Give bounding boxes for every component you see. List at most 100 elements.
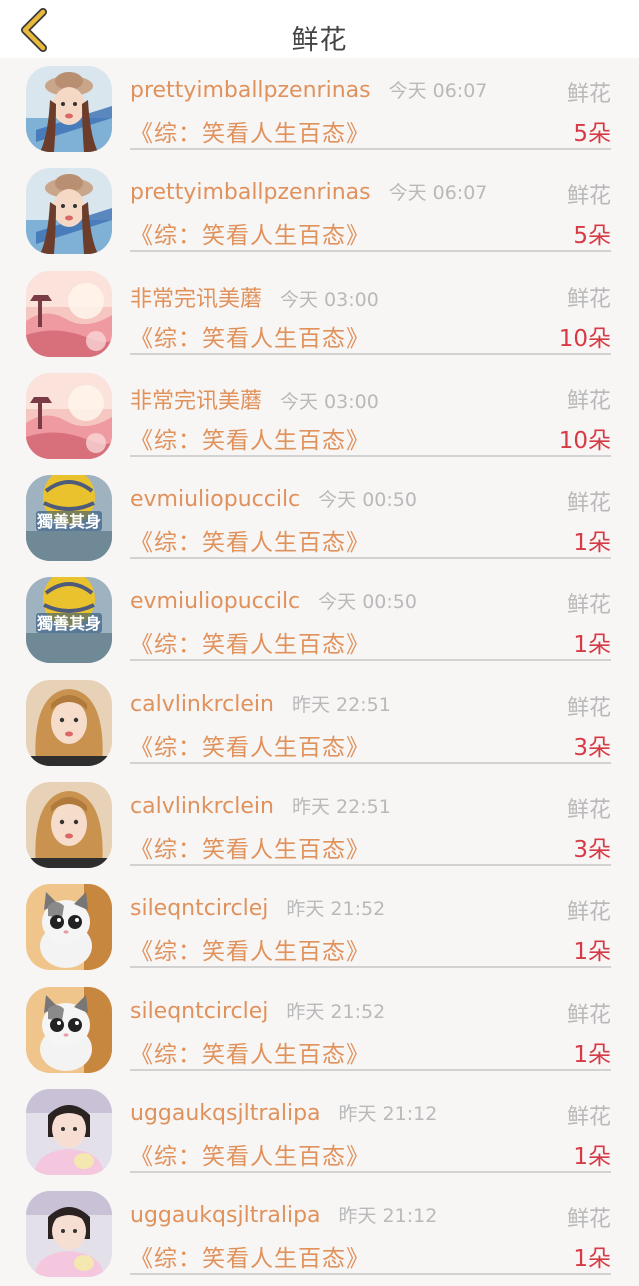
row-divider: [130, 659, 611, 662]
gift-count: 1朵: [573, 632, 611, 659]
avatar-image: [26, 66, 112, 152]
row-divider: [130, 557, 611, 560]
gift-record-row[interactable]: sileqntcirclej 昨天 21:52 鲜花 《综：笑看人生百态》 1朵: [0, 876, 639, 978]
book-title[interactable]: 《综：笑看人生百态》: [130, 1239, 370, 1273]
avatar-image: [26, 782, 112, 869]
gift-count: 1朵: [573, 939, 611, 966]
book-title[interactable]: 《综：笑看人生百态》: [130, 216, 370, 250]
gift-record-row[interactable]: calvlinkrclein 昨天 22:51 鲜花 《综：笑看人生百态》 3朵: [0, 672, 639, 774]
book-title[interactable]: 《综：笑看人生百态》: [130, 728, 370, 762]
row-divider: [130, 250, 611, 253]
avatar-image: [26, 986, 112, 1073]
sender-name-line: uggaukqsjltralipa 昨天 21:12: [130, 1099, 437, 1126]
row-divider: [130, 1273, 611, 1276]
book-title[interactable]: 《综：笑看人生百态》: [130, 1035, 370, 1069]
gift-count: 1朵: [573, 1041, 611, 1068]
gift-type: 鲜花: [566, 1207, 611, 1233]
sender-username[interactable]: 非常完讯美蘑: [130, 389, 262, 414]
sender-username[interactable]: prettyimballpzenrinas: [130, 78, 371, 103]
gift-record-row[interactable]: sileqntcirclej 昨天 21:52 鲜花 《综：笑看人生百态》 1朵: [0, 979, 639, 1081]
gift-record-list: prettyimballpzenrinas 今天 06:07 鲜花 《综：笑看人生…: [0, 58, 639, 1286]
sender-username[interactable]: calvlinkrclein: [130, 794, 274, 819]
row-divider: [130, 864, 611, 867]
row-divider: [130, 454, 611, 457]
gift-type: 鲜花: [566, 388, 611, 414]
svg-text:獨善其身: 獨善其身: [36, 512, 101, 531]
book-title[interactable]: 《综：笑看人生百态》: [130, 523, 370, 557]
sender-name-line: uggaukqsjltralipa 昨天 21:12: [130, 1201, 437, 1228]
user-avatar[interactable]: [26, 782, 112, 869]
gift-record-row[interactable]: 非常完讯美蘑 今天 03:00 鲜花 《综：笑看人生百态》 10朵: [0, 263, 639, 365]
gift-count: 3朵: [573, 734, 611, 761]
row-divider: [130, 966, 611, 969]
gift-type: 鲜花: [566, 695, 611, 721]
gift-count: 5朵: [573, 223, 611, 250]
sender-name-line: 非常完讯美蘑 今天 03:00: [130, 383, 379, 415]
user-avatar[interactable]: [26, 66, 112, 152]
sender-username[interactable]: evmiuliopuccilc: [130, 589, 300, 614]
gift-type: 鲜花: [566, 593, 611, 619]
gift-count: 1朵: [573, 1246, 611, 1273]
gift-time: 今天 06:07: [388, 80, 488, 102]
user-avatar[interactable]: [26, 270, 112, 357]
gift-count: 10朵: [558, 325, 611, 352]
sender-username[interactable]: uggaukqsjltralipa: [130, 1203, 321, 1228]
book-title[interactable]: 《综：笑看人生百态》: [130, 625, 370, 659]
sender-username[interactable]: uggaukqsjltralipa: [130, 1101, 321, 1126]
gift-time: 今天 00:50: [318, 591, 417, 614]
avatar-image: [26, 1088, 112, 1175]
avatar-image: 獨善其身: [26, 577, 112, 664]
book-title[interactable]: 《综：笑看人生百态》: [130, 319, 370, 353]
row-divider: [130, 1170, 611, 1173]
book-title[interactable]: 《综：笑看人生百态》: [130, 1137, 370, 1171]
book-title[interactable]: 《综：笑看人生百态》: [130, 114, 370, 148]
app-header: 鲜花: [0, 0, 639, 58]
gift-record-row[interactable]: uggaukqsjltralipa 昨天 21:12 鲜花 《综：笑看人生百态》 …: [0, 1081, 639, 1183]
gift-count: 1朵: [573, 530, 611, 557]
sender-name-line: prettyimballpzenrinas 今天 06:07: [130, 178, 487, 205]
gift-time: 今天 03:00: [280, 390, 379, 413]
gift-record-row[interactable]: calvlinkrclein 昨天 22:51 鲜花 《综：笑看人生百态》 3朵: [0, 774, 639, 876]
gift-time: 昨天 21:52: [286, 1000, 386, 1023]
sender-username[interactable]: 非常完讯美蘑: [130, 287, 262, 312]
user-avatar[interactable]: [26, 986, 112, 1073]
book-title[interactable]: 《综：笑看人生百态》: [130, 830, 370, 864]
row-divider: [130, 352, 611, 355]
sender-name-line: evmiuliopuccilc 今天 00:50: [130, 485, 417, 512]
gift-record-row[interactable]: 獨善其身 evmiuliopuccilc 今天 00:50 鲜花 《综：笑看人生百…: [0, 467, 639, 569]
user-avatar[interactable]: 獨善其身: [26, 577, 112, 664]
gift-count: 1朵: [573, 1143, 611, 1170]
user-avatar[interactable]: 獨善其身: [26, 475, 112, 562]
sender-username[interactable]: sileqntcirclej: [130, 999, 268, 1024]
sender-username[interactable]: calvlinkrclein: [130, 692, 274, 717]
book-title[interactable]: 《综：笑看人生百态》: [130, 932, 370, 966]
gift-time: 今天 06:07: [388, 182, 488, 205]
avatar-image: 獨善其身: [26, 475, 112, 562]
gift-record-row[interactable]: prettyimballpzenrinas 今天 06:07 鲜花 《综：笑看人生…: [0, 160, 639, 262]
sender-name-line: evmiuliopuccilc 今天 00:50: [130, 587, 417, 614]
user-avatar[interactable]: [26, 884, 112, 971]
sender-name-line: sileqntcirclej 昨天 21:52: [130, 894, 385, 921]
user-avatar[interactable]: [26, 1088, 112, 1175]
gift-record-row[interactable]: 非常完讯美蘑 今天 03:00 鲜花 《综：笑看人生百态》 10朵: [0, 365, 639, 467]
sender-username[interactable]: sileqntcirclej: [130, 896, 268, 921]
user-avatar[interactable]: [26, 1191, 112, 1278]
gift-time: 昨天 21:12: [338, 1205, 438, 1228]
book-title[interactable]: 《综：笑看人生百态》: [130, 421, 370, 455]
sender-username[interactable]: evmiuliopuccilc: [130, 487, 300, 512]
gift-type: 鲜花: [566, 82, 611, 107]
sender-name-line: 非常完讯美蘑 今天 03:00: [130, 281, 379, 313]
gift-type: 鲜花: [566, 184, 611, 210]
gift-type: 鲜花: [566, 1104, 611, 1130]
gift-record-row[interactable]: prettyimballpzenrinas 今天 06:07 鲜花 《综：笑看人生…: [0, 58, 639, 160]
gift-time: 昨天 21:52: [286, 898, 386, 921]
user-avatar[interactable]: [26, 168, 112, 255]
sender-username[interactable]: prettyimballpzenrinas: [130, 180, 371, 205]
gift-type: 鲜花: [566, 900, 611, 926]
row-divider: [130, 148, 611, 150]
gift-record-row[interactable]: uggaukqsjltralipa 昨天 21:12 鲜花 《综：笑看人生百态》 …: [0, 1183, 639, 1285]
gift-type: 鲜花: [566, 798, 611, 824]
user-avatar[interactable]: [26, 372, 112, 459]
user-avatar[interactable]: [26, 679, 112, 766]
gift-record-row[interactable]: 獨善其身 evmiuliopuccilc 今天 00:50 鲜花 《综：笑看人生百…: [0, 569, 639, 671]
